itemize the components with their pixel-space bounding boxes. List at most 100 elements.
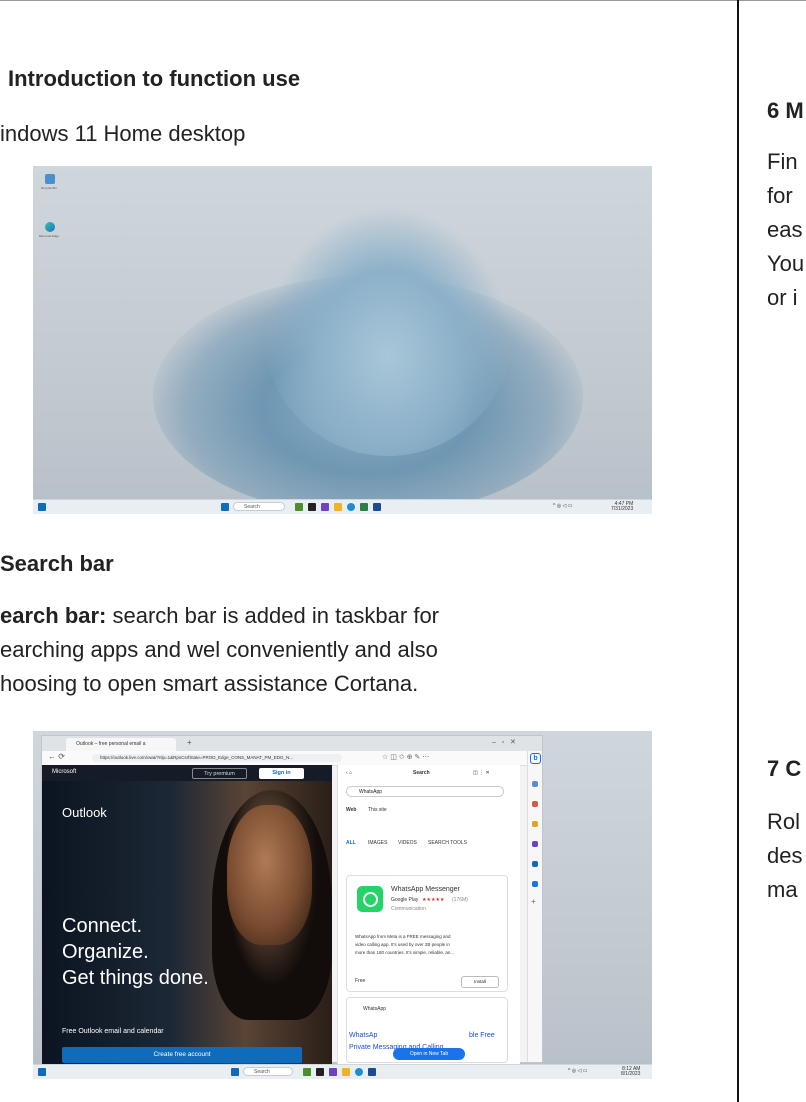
whatsapp-result-card[interactable]: WhatsApp Messenger Google Play ★★★★★ (17… bbox=[346, 875, 508, 992]
filter-tab-images[interactable]: IMAGES bbox=[368, 840, 387, 846]
hero-line-3: Get things done. bbox=[62, 967, 209, 989]
file-explorer-icon[interactable] bbox=[334, 503, 342, 511]
hero-photo bbox=[227, 805, 312, 945]
start-icon-2[interactable] bbox=[231, 1068, 239, 1076]
new-tab-icon[interactable]: + bbox=[187, 738, 192, 747]
office-rail-icon[interactable] bbox=[532, 861, 538, 867]
url-input[interactable]: https://outlook.live.com/owa/?nlp=1&RpsC… bbox=[92, 754, 342, 762]
install-button[interactable]: Install bbox=[461, 976, 499, 988]
task-view-icon-2[interactable] bbox=[316, 1068, 324, 1076]
edge-taskbar-icon-2[interactable] bbox=[355, 1068, 363, 1076]
intro-caption: indows 11 Home desktop bbox=[0, 121, 246, 146]
file-explorer-icon-2[interactable] bbox=[342, 1068, 350, 1076]
result-desc-3: more than 180 countries. It's simple, re… bbox=[355, 950, 455, 955]
search-para-line2: earching apps and wel conveniently and a… bbox=[0, 637, 438, 662]
start-icon[interactable] bbox=[221, 503, 229, 511]
filter-tab-tools[interactable]: SEARCH TOOLS bbox=[428, 840, 467, 846]
outlook-header: Microsoft Try premium Sign in bbox=[42, 765, 332, 781]
para-7-line3: ma bbox=[767, 877, 798, 902]
taskbar-search-input[interactable]: Search bbox=[233, 502, 285, 511]
chat-icon[interactable] bbox=[321, 503, 329, 511]
result-category: Communication bbox=[391, 906, 426, 912]
outlook-page: Microsoft Try premium Sign in Outlook Co… bbox=[42, 765, 332, 1064]
scope-tab-site[interactable]: This site bbox=[368, 807, 387, 813]
app-icon-2[interactable] bbox=[368, 1068, 376, 1076]
search-para-bold: earch bar: bbox=[0, 603, 107, 628]
edge-sidebar-rail: b + bbox=[527, 751, 542, 1062]
app-icon[interactable] bbox=[373, 503, 381, 511]
browser-screenshot: Outlook – free personal email a + – ▫ ✕ … bbox=[33, 731, 652, 1079]
result2-title: WhatsApp bbox=[363, 1006, 387, 1012]
sidebar-search-input[interactable]: WhatsApp bbox=[346, 786, 504, 797]
result-title[interactable]: WhatsApp Messenger bbox=[391, 886, 460, 893]
result-rating: ★★★★★ bbox=[422, 897, 445, 903]
toolbar-icons[interactable]: ☆ ◫ ✩ ⊕ ✎ ⋯ bbox=[382, 753, 429, 761]
search-para-line3: hoosing to open smart assistance Cortana… bbox=[0, 671, 419, 696]
browser-window: Outlook – free personal email a + – ▫ ✕ … bbox=[41, 735, 543, 1064]
chat-icon-2[interactable] bbox=[329, 1068, 337, 1076]
bloom-wallpaper-top bbox=[263, 206, 513, 456]
sidebar-controls-icon[interactable]: ◫ ⋮ ✕ bbox=[473, 770, 490, 776]
edge-icon[interactable] bbox=[45, 222, 55, 232]
result2-link-a[interactable]: WhatsAp bbox=[349, 1032, 377, 1039]
add-rail-icon[interactable]: + bbox=[531, 897, 536, 906]
taskbar-search-input-2[interactable]: Search bbox=[243, 1067, 293, 1076]
search-para-line1: earch bar: search bar is added in taskba… bbox=[0, 600, 439, 632]
search-sidebar: ‹ ⌂ Search ◫ ⋮ ✕ WhatsApp Web This site … bbox=[337, 765, 520, 1064]
top-rule bbox=[0, 0, 806, 1]
result-price: Free bbox=[355, 978, 366, 984]
sign-in-button[interactable]: Sign in bbox=[259, 768, 304, 779]
widgets-icon-2[interactable] bbox=[38, 1068, 46, 1076]
store-icon[interactable] bbox=[360, 503, 368, 511]
para-6-line4: You bbox=[767, 251, 805, 276]
create-account-button[interactable]: Create free account bbox=[62, 1047, 302, 1063]
heading-6: 6 M bbox=[767, 98, 804, 123]
bing-icon[interactable]: b bbox=[530, 753, 541, 764]
microsoft-logo[interactable]: Microsoft bbox=[52, 769, 76, 775]
tray-clock[interactable]: 4:47 PM 7/31/2023 bbox=[611, 502, 633, 512]
recycle-bin-icon[interactable] bbox=[45, 174, 55, 184]
tab-bar: Outlook – free personal email a + – ▫ ✕ bbox=[42, 736, 542, 751]
address-bar: ← ⟳ https://outlook.live.com/owa/?nlp=1&… bbox=[42, 751, 542, 766]
para-7-line1: Rol bbox=[767, 809, 801, 834]
sidebar-title: Search bbox=[413, 770, 430, 776]
taskbar-2: Search ^ ◎ ◁ ▭ 8:12 AM 8/1/2023 bbox=[33, 1064, 652, 1079]
back-forward-icon[interactable]: ← ⟳ bbox=[48, 752, 65, 761]
filter-tab-all[interactable]: ALL bbox=[346, 840, 356, 846]
result2-link-b[interactable]: ble Free bbox=[469, 1032, 495, 1039]
free-outlook-text: Free Outlook email and calendar bbox=[62, 1028, 164, 1035]
edge-taskbar-icon[interactable] bbox=[347, 503, 355, 511]
edge-label: Microsoft Edge bbox=[39, 234, 60, 238]
filter-tab-videos[interactable]: VIDEOS bbox=[398, 840, 417, 846]
shopping-rail-icon[interactable] bbox=[532, 801, 538, 807]
result-store: Google Play bbox=[391, 897, 419, 903]
games-rail-icon[interactable] bbox=[532, 841, 538, 847]
para-6-line3: eas bbox=[767, 217, 803, 242]
widgets-icon[interactable] bbox=[38, 503, 46, 511]
tray-icons-2[interactable]: ^ ◎ ◁ ▭ bbox=[568, 1069, 587, 1074]
para-6-line1: Fin bbox=[767, 149, 798, 174]
desktop-screenshot: Recycle Bin Microsoft Edge Search ^ ◎ ◁ … bbox=[33, 166, 652, 514]
outlook-title: Outlook bbox=[62, 805, 107, 820]
tray-date: 7/31/2023 bbox=[611, 506, 634, 512]
column-divider bbox=[737, 0, 739, 1102]
tab-outlook[interactable]: Outlook – free personal email a bbox=[66, 738, 176, 751]
section-search-heading: Search bar bbox=[0, 551, 114, 576]
hero-line-1: Connect. bbox=[62, 915, 143, 937]
task-view-icon[interactable] bbox=[308, 503, 316, 511]
copilot-icon-2[interactable] bbox=[303, 1068, 311, 1076]
result-reviews: (176M) bbox=[452, 897, 468, 903]
try-premium-button[interactable]: Try premium bbox=[192, 768, 247, 779]
tray-clock-2[interactable]: 8:12 AM 8/1/2023 bbox=[621, 1067, 640, 1077]
open-new-tab-button[interactable]: Open in New Tab bbox=[393, 1048, 465, 1060]
copilot-icon[interactable] bbox=[295, 503, 303, 511]
window-controls-icon[interactable]: – ▫ ✕ bbox=[492, 738, 516, 746]
tools-rail-icon[interactable] bbox=[532, 821, 538, 827]
whatsapp-icon bbox=[357, 886, 383, 912]
search-rail-icon[interactable] bbox=[532, 781, 538, 787]
sidebar-nav-icons[interactable]: ‹ ⌂ bbox=[346, 770, 352, 776]
scope-tab-web[interactable]: Web bbox=[346, 807, 356, 813]
outlook-rail-icon[interactable] bbox=[532, 881, 538, 887]
tray-icons[interactable]: ^ ◎ ◁ ▭ bbox=[553, 504, 572, 509]
para-7-line2: des bbox=[767, 843, 803, 868]
